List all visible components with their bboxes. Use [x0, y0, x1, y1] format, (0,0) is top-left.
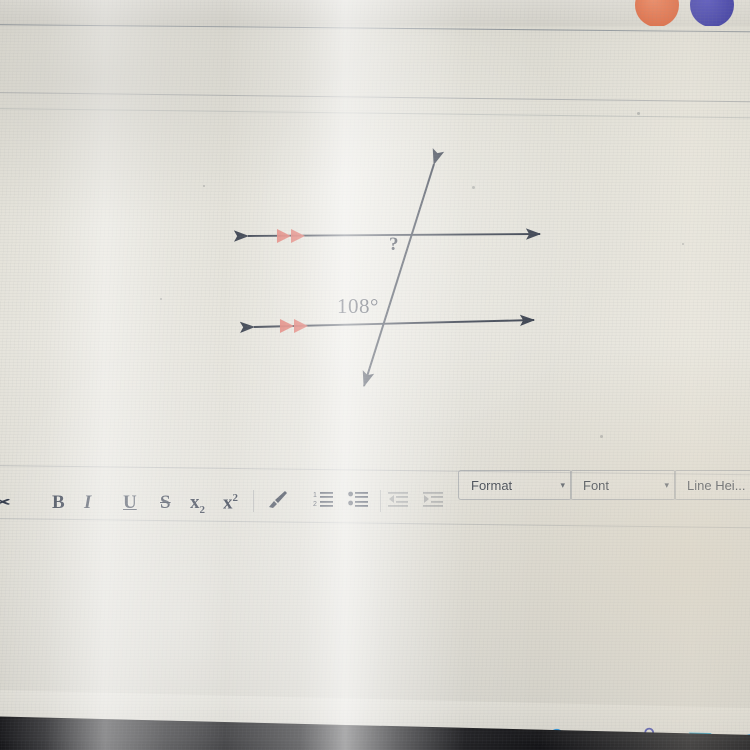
toolbar-separator: [380, 490, 381, 512]
decrease-indent-button[interactable]: [388, 490, 410, 513]
geometry-figure: ? 108°: [0, 0, 750, 470]
clear-formatting-button[interactable]: ✂: [0, 494, 10, 511]
format-painter-button[interactable]: [265, 488, 289, 515]
superscript-base: x: [223, 492, 233, 514]
subscript-button[interactable]: x2: [190, 493, 205, 516]
chevron-down-icon: ▾: [560, 479, 565, 490]
line-height-dropdown-label: Line Hei...: [687, 477, 746, 493]
parallel-mark-lower: [280, 319, 308, 333]
laptop-bottom-bezel-edge: [0, 742, 750, 750]
increase-indent-button[interactable]: [423, 490, 445, 513]
transversal-line: [362, 148, 445, 388]
svg-text:1: 1: [313, 492, 317, 499]
bullet-list-button[interactable]: [348, 490, 370, 513]
laptop-screen-photo: ? 108° ✂ B I U S x2 x2 1 2 Format ▾ Font…: [0, 0, 750, 750]
font-dropdown-label: Font: [583, 477, 610, 493]
bold-button[interactable]: B: [52, 493, 65, 512]
bullet-list-icon: [348, 491, 368, 507]
format-dropdown-label: Format: [471, 477, 513, 493]
dust-speck: [682, 243, 684, 245]
unknown-angle-label: ?: [389, 234, 399, 255]
svg-text:2: 2: [313, 501, 317, 508]
superscript-index: 2: [232, 492, 239, 504]
editor-toolbar: ✂ B I U S x2 x2 1 2 Format ▾ Font ▾ Line…: [0, 462, 750, 520]
superscript-button[interactable]: x2: [223, 492, 239, 514]
dust-speck: [160, 298, 162, 300]
dust-speck: [472, 186, 475, 189]
dust-speck: [203, 185, 205, 187]
increase-indent-icon: [423, 492, 443, 507]
paintbrush-icon: [269, 491, 287, 508]
subscript-base: x: [190, 492, 200, 513]
numbered-list-icon: 1 2: [313, 492, 333, 508]
subscript-index: 2: [199, 503, 206, 516]
chevron-down-icon: ▾: [664, 479, 669, 490]
known-angle-label: 108°: [337, 294, 379, 318]
strikethrough-button[interactable]: S: [160, 493, 171, 512]
italic-button[interactable]: I: [84, 493, 91, 512]
parallel-mark-upper: [277, 229, 305, 243]
dust-speck: [600, 435, 603, 438]
toolbar-separator: [253, 490, 254, 512]
numbered-list-button[interactable]: 1 2: [313, 490, 335, 513]
line-height-dropdown[interactable]: Line Hei...: [674, 470, 750, 500]
dust-speck: [637, 112, 640, 115]
format-dropdown[interactable]: Format ▾: [458, 470, 572, 500]
underline-button[interactable]: U: [123, 493, 137, 512]
decrease-indent-icon: [388, 492, 408, 507]
font-dropdown[interactable]: Font ▾: [570, 470, 676, 500]
